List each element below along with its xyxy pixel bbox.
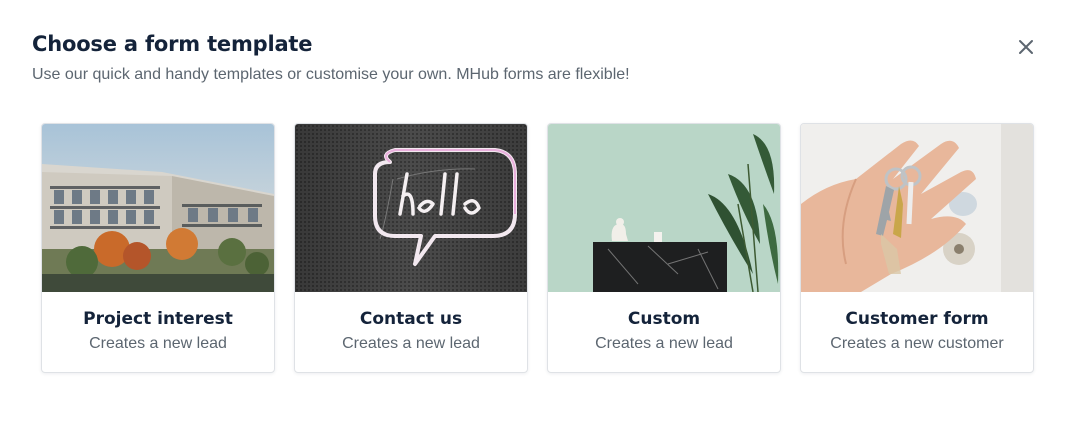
template-card-custom[interactable]: Custom Creates a new lead — [547, 123, 781, 373]
modal-title: Choose a form template — [32, 32, 313, 56]
close-icon — [1019, 40, 1033, 54]
plant-and-cabinet-photo — [548, 124, 780, 292]
hello-neon-sign-photo — [295, 124, 527, 292]
modal-subtitle: Use our quick and handy templates or cus… — [32, 66, 630, 83]
template-description: Creates a new lead — [595, 335, 733, 352]
template-title: Project interest — [83, 309, 233, 329]
template-card-contact-us[interactable]: Contact us Creates a new lead — [294, 123, 528, 373]
close-button[interactable] — [1014, 35, 1038, 59]
template-description: Creates a new lead — [342, 335, 480, 352]
template-description: Creates a new customer — [830, 335, 1004, 352]
template-description: Creates a new lead — [89, 335, 227, 352]
template-list: Project interest Creates a new lead Cont… — [41, 123, 1034, 373]
template-card-customer-form[interactable]: Customer form Creates a new customer — [800, 123, 1034, 373]
template-title: Contact us — [359, 309, 463, 329]
apartment-building-photo — [42, 124, 274, 292]
template-card-project-interest[interactable]: Project interest Creates a new lead — [41, 123, 275, 373]
template-title: Custom — [627, 309, 701, 329]
template-title: Customer form — [845, 309, 989, 329]
hand-holding-keys-photo — [801, 124, 1033, 292]
